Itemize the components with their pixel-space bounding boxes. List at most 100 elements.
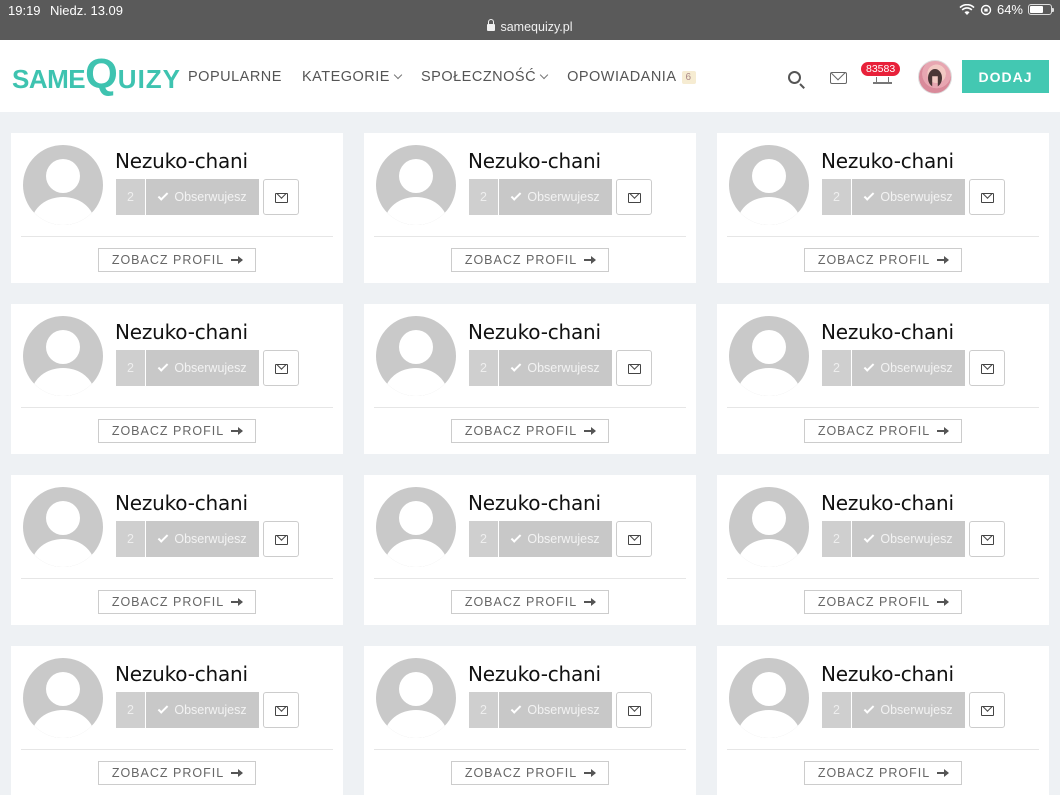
default-avatar-icon[interactable] [376,658,456,738]
nav-opowiadania[interactable]: OPOWIADANIA 6 [567,69,696,85]
default-avatar-icon[interactable] [729,658,809,738]
message-button[interactable] [616,521,652,557]
user-name[interactable]: Nezuko-chani [821,491,954,515]
arrow-right-icon [937,427,950,435]
message-button[interactable] [616,179,652,215]
envelope-icon [981,193,994,203]
default-avatar-icon[interactable] [376,487,456,567]
message-button[interactable] [263,692,299,728]
following-button[interactable]: Obserwujesz [499,521,612,557]
following-button[interactable]: Obserwujesz [146,350,259,386]
user-name[interactable]: Nezuko-chani [115,491,248,515]
search-icon[interactable] [788,71,801,84]
following-button[interactable]: Obserwujesz [146,179,259,215]
check-icon [511,532,522,543]
default-avatar-icon[interactable] [23,316,103,396]
view-profile-button[interactable]: ZOBACZ PROFIL [804,761,962,785]
user-name[interactable]: Nezuko-chani [468,149,601,173]
default-avatar-icon[interactable] [729,316,809,396]
wifi-icon [959,3,975,15]
view-profile-button[interactable]: ZOBACZ PROFIL [98,248,256,272]
count-badge: 6 [681,70,696,84]
status-time: 19:19 [8,3,41,18]
message-button[interactable] [263,179,299,215]
user-name[interactable]: Nezuko-chani [468,491,601,515]
message-button[interactable] [263,521,299,557]
user-name[interactable]: Nezuko-chani [468,662,601,686]
message-button[interactable] [969,521,1005,557]
view-profile-button[interactable]: ZOBACZ PROFIL [98,590,256,614]
user-name[interactable]: Nezuko-chani [821,149,954,173]
view-profile-button[interactable]: ZOBACZ PROFIL [451,761,609,785]
message-button[interactable] [616,692,652,728]
view-profile-button[interactable]: ZOBACZ PROFIL [451,590,609,614]
arrow-right-icon [231,256,244,264]
divider [374,749,686,750]
view-profile-label: ZOBACZ PROFIL [464,424,578,438]
mail-icon[interactable] [830,72,847,84]
address-bar[interactable]: samequizy.pl [0,19,1060,34]
followers-count: 2 [469,350,498,386]
default-avatar-icon[interactable] [376,145,456,225]
message-button[interactable] [969,179,1005,215]
default-avatar-icon[interactable] [729,145,809,225]
arrow-right-icon [584,769,597,777]
following-button[interactable]: Obserwujesz [852,521,965,557]
nav-label: POPULARNE [188,69,282,85]
follow-group: 2 Obserwujesz [822,350,965,386]
view-profile-button[interactable]: ZOBACZ PROFIL [451,419,609,443]
default-avatar-icon[interactable] [23,145,103,225]
message-button[interactable] [616,350,652,386]
following-button[interactable]: Obserwujesz [146,521,259,557]
nav-kategorie[interactable]: KATEGORIE [301,69,403,85]
user-name[interactable]: Nezuko-chani [821,320,954,344]
following-button[interactable]: Obserwujesz [499,179,612,215]
default-avatar-icon[interactable] [729,487,809,567]
user-name[interactable]: Nezuko-chani [468,320,601,344]
followers-count: 2 [469,179,498,215]
following-button[interactable]: Obserwujesz [852,179,965,215]
user-card: Nezuko-chani 2 Obserwujesz ZOBACZ PROFIL [364,475,696,625]
view-profile-button[interactable]: ZOBACZ PROFIL [98,761,256,785]
arrow-right-icon [937,256,950,264]
default-avatar-icon[interactable] [376,316,456,396]
view-profile-button[interactable]: ZOBACZ PROFIL [804,590,962,614]
user-name[interactable]: Nezuko-chani [115,149,248,173]
following-button[interactable]: Obserwujesz [499,692,612,728]
following-label: Obserwujesz [880,190,953,204]
following-button[interactable]: Obserwujesz [146,692,259,728]
following-button[interactable]: Obserwujesz [499,350,612,386]
message-button[interactable] [969,692,1005,728]
following-button[interactable]: Obserwujesz [852,350,965,386]
nav-spolecznosc[interactable]: SPOŁECZNOŚĆ [421,69,549,85]
following-label: Obserwujesz [880,532,953,546]
user-name[interactable]: Nezuko-chani [115,662,248,686]
user-name[interactable]: Nezuko-chani [115,320,248,344]
follow-group: 2 Obserwujesz [822,521,965,557]
site-logo[interactable]: SAMEQUIZY [12,53,181,95]
user-avatar[interactable] [918,60,952,94]
following-button[interactable]: Obserwujesz [852,692,965,728]
followers-count: 2 [822,521,851,557]
view-profile-button[interactable]: ZOBACZ PROFIL [98,419,256,443]
orientation-lock-icon [980,4,992,15]
envelope-icon [275,364,288,374]
arrow-right-icon [584,427,597,435]
user-name[interactable]: Nezuko-chani [821,662,954,686]
add-button[interactable]: DODAJ [962,60,1049,93]
logo-part-3: UIZY [117,64,182,94]
arrow-right-icon [937,769,950,777]
nav-label: KATEGORIE [301,69,390,85]
default-avatar-icon[interactable] [23,487,103,567]
view-profile-button[interactable]: ZOBACZ PROFIL [804,419,962,443]
divider [374,578,686,579]
message-button[interactable] [263,350,299,386]
view-profile-button[interactable]: ZOBACZ PROFIL [451,248,609,272]
user-card: Nezuko-chani 2 Obserwujesz ZOBACZ PROFIL [364,133,696,283]
check-icon [511,703,522,714]
default-avatar-icon[interactable] [23,658,103,738]
chevron-down-icon [539,70,549,80]
message-button[interactable] [969,350,1005,386]
nav-popularne[interactable]: POPULARNE [188,69,282,85]
view-profile-button[interactable]: ZOBACZ PROFIL [804,248,962,272]
